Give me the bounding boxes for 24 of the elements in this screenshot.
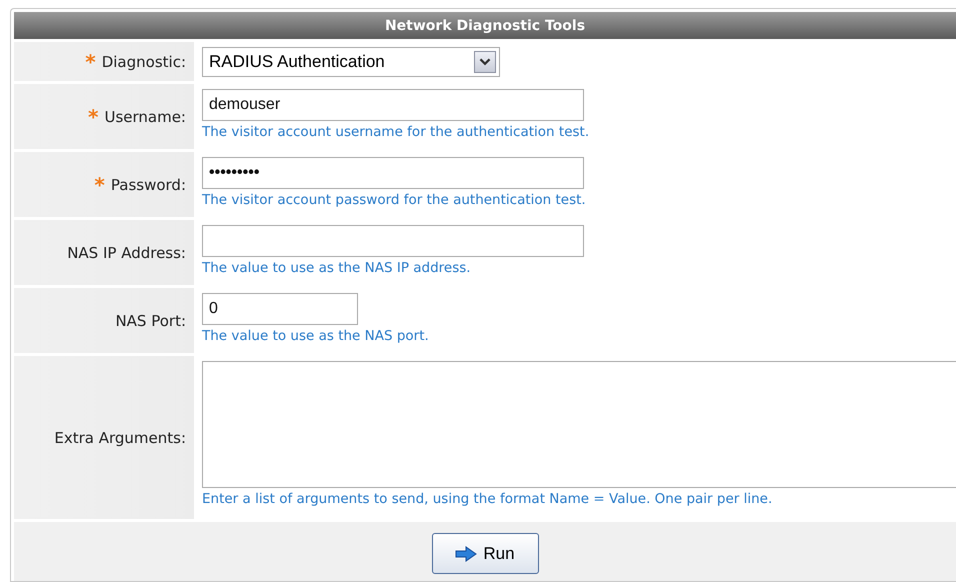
text-field[interactable]: [202, 225, 584, 257]
field-label: NAS Port:: [115, 312, 186, 330]
field-label: Username:: [104, 108, 186, 126]
field-hint: Enter a list of arguments to send, using the format Name = Value. One pair per line.: [202, 491, 774, 507]
port-field[interactable]: 0: [202, 293, 358, 325]
required-mark: *: [85, 52, 96, 72]
field-hint: The visitor account username for the authentication test.: [202, 124, 590, 140]
arrow-icon: [455, 546, 478, 562]
field-label: Extra Arguments:: [54, 428, 186, 446]
select-value: RADIUS Authentication: [209, 52, 385, 72]
field-hint: The value to use as the NAS port.: [202, 328, 430, 344]
field-label: Password:: [110, 176, 186, 194]
field-hint: The visitor account password for the authentication test.: [202, 192, 587, 208]
required-mark: *: [94, 174, 105, 194]
field-label: Diagnostic:: [102, 52, 186, 70]
diagnostic-select[interactable]: RADIUS Authentication: [202, 47, 500, 77]
field-hint: The value to use as the NAS IP address.: [202, 260, 472, 276]
panel-title: Network Diagnostic Tools: [14, 12, 956, 39]
required-mark: *: [88, 106, 98, 126]
caret-icon: [474, 51, 496, 73]
text-field[interactable]: demouser: [202, 89, 584, 121]
run-button[interactable]: Run: [432, 533, 538, 574]
password-field[interactable]: •••••••••: [202, 157, 584, 189]
field-label: NAS IP Address:: [67, 244, 186, 262]
